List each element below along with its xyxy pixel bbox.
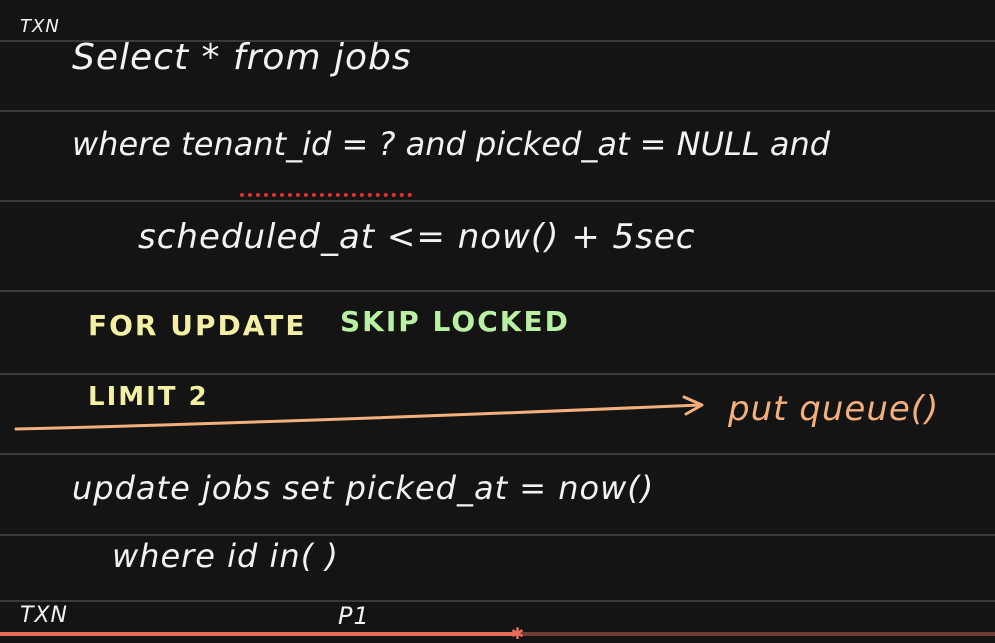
sql-update-line: update jobs set picked_at = now() <box>72 469 655 507</box>
progress-fill <box>0 632 518 636</box>
sql-where-in-line: where id in( ) <box>112 537 339 575</box>
txn-label-bottom: TXN <box>20 603 68 628</box>
video-progress-bar[interactable]: ✱ <box>0 626 995 642</box>
p1-label: P1 <box>338 602 370 630</box>
scrubber-handle-icon[interactable]: ✱ <box>509 626 525 642</box>
put-queue-label: put queue() <box>728 389 940 429</box>
whiteboard-canvas: TXN Select * from jobs where tenant_id =… <box>0 0 995 636</box>
